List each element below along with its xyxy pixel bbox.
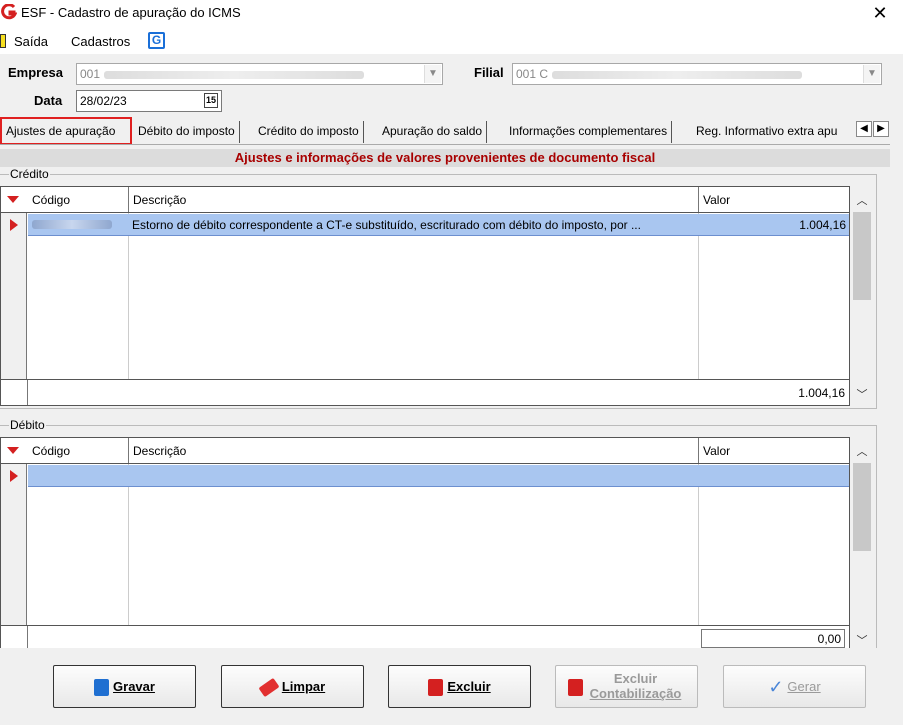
trash-icon <box>568 679 583 696</box>
save-icon <box>94 679 110 697</box>
current-row-icon <box>10 470 18 482</box>
table-row[interactable]: Estorno de débito correspondente a CT-e … <box>10 214 849 236</box>
eraser-icon <box>258 677 280 698</box>
credito-total-row: 1.004,16 <box>1 379 849 405</box>
menu-cadastros[interactable]: Cadastros <box>71 34 130 49</box>
data-date-field[interactable]: 28/02/23 15 <box>76 90 222 112</box>
col-divider <box>128 213 129 379</box>
footer-divider <box>27 380 28 405</box>
debito-total: 0,00 <box>701 629 845 648</box>
gravar-button[interactable]: Gravar <box>53 665 196 708</box>
menu-bar: Saída Cadastros G <box>0 28 903 54</box>
debito-group-label: Débito <box>9 418 46 432</box>
empresa-combo[interactable]: 001 ▼ <box>76 63 443 85</box>
codigo-redacted <box>32 220 112 229</box>
current-row-icon <box>10 219 18 231</box>
tab-informacoes-complementares[interactable]: Informações complementares <box>505 121 673 143</box>
scroll-down-icon[interactable]: ﹀ <box>854 632 870 647</box>
col-valor[interactable]: Valor <box>699 438 849 463</box>
credito-group: Crédito Código Descrição Valor Estorno d… <box>0 167 877 409</box>
limpar-label: Limpar <box>281 679 326 694</box>
app-logo-icon <box>1 4 17 20</box>
scroll-up-icon[interactable]: ︿ <box>854 443 870 458</box>
credito-grid[interactable]: Código Descrição Valor Estorno de débito… <box>0 186 850 406</box>
data-value: 28/02/23 <box>80 94 127 108</box>
tab-ajustes-de-apuracao[interactable]: Ajustes de apuração <box>0 117 132 145</box>
excluir-label: Excluir <box>447 679 491 694</box>
sort-arrow-icon[interactable] <box>7 196 19 203</box>
credito-total: 1.004,16 <box>798 386 845 400</box>
menu-saida[interactable]: Saída <box>14 34 48 49</box>
filial-value: 001 C <box>516 67 549 81</box>
excluir-contabilizacao-button[interactable]: Excluir Contabilização <box>555 665 698 708</box>
col-divider <box>698 464 699 625</box>
close-icon[interactable]: ✕ <box>865 2 895 26</box>
button-bar: Gravar Limpar Excluir Excluir Contabiliz… <box>0 648 903 725</box>
empresa-value: 001 <box>80 67 101 81</box>
panel-header: Ajustes e informações de valores proveni… <box>0 149 890 167</box>
gerar-button[interactable]: ✓ Gerar <box>723 665 866 708</box>
debito-grid-header: Código Descrição Valor <box>1 438 849 464</box>
excluir-button[interactable]: Excluir <box>388 665 531 708</box>
row-valor: 1.004,16 <box>799 218 846 232</box>
filial-redacted <box>552 70 803 79</box>
col-divider <box>128 464 129 625</box>
credito-group-label: Crédito <box>9 167 50 181</box>
debito-grid[interactable]: Código Descrição Valor 0,00 <box>0 437 850 652</box>
limpar-button[interactable]: Limpar <box>221 665 364 708</box>
tab-debito-do-imposto[interactable]: Débito do imposto <box>134 121 240 143</box>
col-descricao[interactable]: Descrição <box>129 438 699 463</box>
app-shortcut-icon[interactable]: G <box>148 32 165 49</box>
table-row[interactable] <box>10 465 849 487</box>
scroll-thumb[interactable] <box>853 463 871 551</box>
tab-scroll-right-icon[interactable]: ▶ <box>873 121 889 137</box>
credito-scrollbar[interactable]: ︿ ﹀ <box>851 186 873 406</box>
gerar-label: Gerar <box>787 679 821 694</box>
filial-combo[interactable]: 001 C ▼ <box>512 63 882 85</box>
data-label: Data <box>34 93 63 108</box>
scroll-thumb[interactable] <box>853 212 871 300</box>
debito-group: Débito Código Descrição Valor 0,00 ︿ ﹀ <box>0 418 877 652</box>
sort-arrow-icon[interactable] <box>7 447 19 454</box>
filial-label: Filial <box>474 65 504 80</box>
debito-scrollbar[interactable]: ︿ ﹀ <box>851 437 873 650</box>
col-codigo[interactable]: Código <box>28 438 129 463</box>
col-valor[interactable]: Valor <box>699 187 849 212</box>
window-title: ESF - Cadastro de apuração do ICMS <box>21 5 241 20</box>
tab-credito-do-imposto[interactable]: Crédito do imposto <box>254 121 364 143</box>
tab-panel: Ajustes e informações de valores proveni… <box>0 144 890 652</box>
tab-scroll-left-icon[interactable]: ◀ <box>856 121 872 137</box>
tab-apuracao-do-saldo[interactable]: Apuração do saldo <box>378 121 488 143</box>
header-form: Empresa 001 ▼ Filial 001 C ▼ Data 28/02/… <box>0 54 903 118</box>
title-bar: ESF - Cadastro de apuração do ICMS ✕ <box>0 0 903 28</box>
chevron-down-icon[interactable]: ▼ <box>424 65 441 83</box>
scroll-down-icon[interactable]: ﹀ <box>854 386 870 401</box>
col-descricao[interactable]: Descrição <box>129 187 699 212</box>
exit-icon <box>0 34 6 48</box>
trash-icon <box>428 679 444 697</box>
credito-grid-header: Código Descrição Valor <box>1 187 849 213</box>
row-descricao: Estorno de débito correspondente a CT-e … <box>132 218 641 232</box>
tab-reg-informativo[interactable]: Reg. Informativo extra apu <box>692 121 854 143</box>
scroll-up-icon[interactable]: ︿ <box>854 192 870 207</box>
col-codigo[interactable]: Código <box>28 187 129 212</box>
col-divider <box>698 213 699 379</box>
empresa-label: Empresa <box>8 65 63 80</box>
check-icon: ✓ <box>768 677 784 698</box>
tab-strip: Ajustes de apuração Débito do imposto Cr… <box>0 117 903 145</box>
calendar-icon[interactable]: 15 <box>204 93 218 108</box>
chevron-down-icon[interactable]: ▼ <box>863 65 880 83</box>
empresa-redacted <box>104 70 365 79</box>
gravar-label: Gravar <box>113 679 155 694</box>
